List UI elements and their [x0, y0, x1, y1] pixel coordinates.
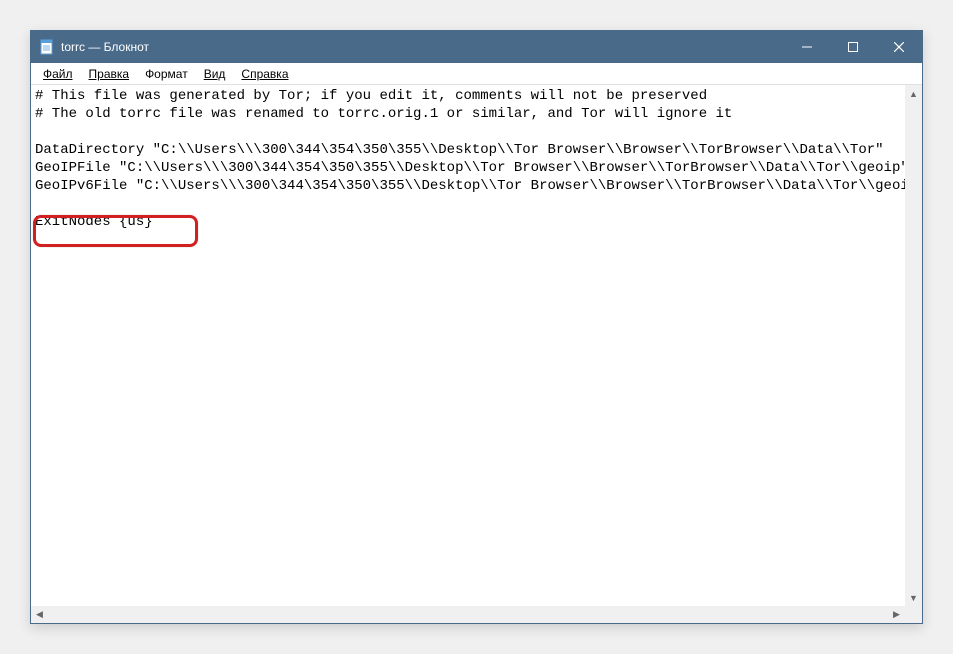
minimize-button[interactable] [784, 31, 830, 63]
menu-view[interactable]: Вид [196, 65, 234, 83]
titlebar: torrc — Блокнот [31, 31, 922, 63]
menubar: Файл Правка Формат Вид Справка [31, 63, 922, 85]
maximize-button[interactable] [830, 31, 876, 63]
vertical-scrollbar[interactable]: ▲ ▼ [905, 85, 922, 606]
scroll-right-button[interactable]: ▶ [888, 606, 905, 623]
window-controls [784, 31, 922, 63]
window-title: torrc — Блокнот [61, 40, 784, 54]
text-line: DataDirectory "C:\\Users\\\300\344\354\3… [35, 142, 884, 158]
menu-format[interactable]: Формат [137, 65, 196, 83]
close-button[interactable] [876, 31, 922, 63]
text-line: GeoIPv6File "C:\\Users\\\300\344\354\350… [35, 178, 905, 194]
scroll-up-button[interactable]: ▲ [905, 85, 922, 102]
text-line: # This file was generated by Tor; if you… [35, 88, 707, 104]
notepad-window: torrc — Блокнот Файл Правка Формат Вид С… [30, 30, 923, 624]
editor-area: # This file was generated by Tor; if you… [31, 85, 922, 623]
scroll-left-button[interactable]: ◀ [31, 606, 48, 623]
text-line: # The old torrc file was renamed to torr… [35, 106, 732, 122]
menu-help[interactable]: Справка [233, 65, 296, 83]
text-line: ExitNodes {us} [35, 214, 153, 230]
scroll-track-vertical[interactable] [905, 102, 922, 589]
text-editor[interactable]: # This file was generated by Tor; if you… [31, 85, 905, 606]
notepad-icon [39, 39, 55, 55]
menu-file[interactable]: Файл [35, 65, 81, 83]
horizontal-scrollbar[interactable]: ◀ ▶ [31, 606, 905, 623]
scrollbar-corner [905, 606, 922, 623]
scroll-track-horizontal[interactable] [48, 606, 888, 623]
scroll-down-button[interactable]: ▼ [905, 589, 922, 606]
text-line: GeoIPFile "C:\\Users\\\300\344\354\350\3… [35, 160, 905, 176]
menu-edit[interactable]: Правка [81, 65, 138, 83]
